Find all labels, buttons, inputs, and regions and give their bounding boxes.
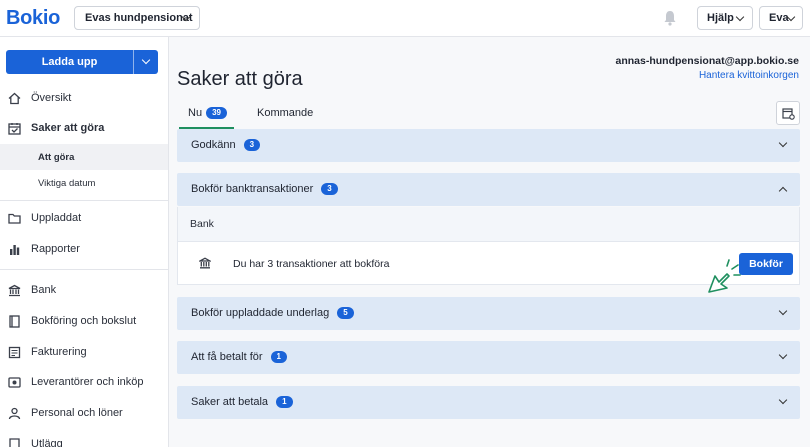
person-icon <box>8 407 21 420</box>
sidebar-item-label: Leverantörer och inköp <box>31 376 144 388</box>
help-label: Hjälp <box>707 12 734 24</box>
sidebar-item-label: Uppladdat <box>31 212 82 224</box>
section-label: Saker att betala 1 <box>191 396 293 408</box>
count-badge: 1 <box>276 396 293 408</box>
invoice-icon <box>8 346 21 359</box>
click-cursor-icon <box>708 259 741 293</box>
chevron-up-icon <box>778 186 788 196</box>
sidebar-item-label: Översikt <box>31 92 72 104</box>
sidebar-item-label: Fakturering <box>31 346 87 358</box>
bank-group-label: Bank <box>190 218 214 230</box>
chevron-down-icon <box>735 12 745 22</box>
tab-label: Kommande <box>257 107 314 119</box>
section-att-fa-betalt-for[interactable]: Att få betalt för 1 <box>177 341 800 374</box>
calendar-check-icon <box>8 123 21 135</box>
sidebar-subitem-att-gora[interactable]: Att göra <box>0 144 168 170</box>
section-title: Saker att betala <box>191 396 269 408</box>
section-saker-att-betala[interactable]: Saker att betala 1 <box>177 386 800 419</box>
book-icon <box>9 315 20 328</box>
section-label: Att få betalt för 1 <box>191 351 287 363</box>
chevron-down-icon <box>778 395 788 405</box>
sidebar-item-personal[interactable]: Personal och löner <box>0 399 168 429</box>
bokfor-button[interactable]: Bokför <box>739 253 793 275</box>
section-title: Att få betalt för <box>191 351 263 363</box>
section-bokfor-banktransaktioner[interactable]: Bokför banktransaktioner 3 <box>177 173 800 206</box>
sidebar-item-label: Bokföring och bokslut <box>31 315 137 327</box>
section-label: Godkänn 3 <box>191 139 261 151</box>
sidebar-item-label: Personal och löner <box>31 407 123 419</box>
inbox-email: annas-hundpensionat@app.bokio.se <box>615 55 799 67</box>
calendar-settings-button[interactable] <box>776 101 800 125</box>
section-title: Bokför banktransaktioner <box>191 183 314 195</box>
sidebar-item-leverantorer[interactable]: Leverantörer och inköp <box>0 368 168 398</box>
bank-group-header: Bank <box>177 207 800 241</box>
sidebar-item-fakturering[interactable]: Fakturering <box>0 338 168 368</box>
count-badge: 39 <box>206 107 227 119</box>
calendar-gear-icon <box>782 108 795 120</box>
sidebar-divider <box>0 200 168 201</box>
top-bar: Bokio Evas hundpensionat Hjälp Eva <box>0 0 810 37</box>
section-bokfor-uppladdade-underlag[interactable]: Bokför uppladdade underlag 5 <box>177 297 800 330</box>
folder-icon <box>8 213 21 224</box>
count-badge: 3 <box>321 183 338 195</box>
main-content: Saker att göra annas-hundpensionat@app.b… <box>169 37 810 447</box>
count-badge: 1 <box>270 351 287 363</box>
sidebar-item-oversikt[interactable]: Översikt <box>0 84 168 114</box>
section-title: Godkänn <box>191 139 236 151</box>
sidebar-divider <box>0 269 168 270</box>
company-selector[interactable]: Evas hundpensionat <box>74 6 200 30</box>
sidebar-item-label: Saker att göra <box>31 122 105 134</box>
bank-icon <box>8 284 21 297</box>
user-label: Eva <box>769 12 789 24</box>
upload-button[interactable]: Ladda upp <box>6 56 133 68</box>
sidebar-item-saker-att-gora[interactable]: Saker att göra <box>0 114 168 144</box>
bokio-logo[interactable]: Bokio <box>6 7 60 30</box>
section-title: Bokför uppladdade underlag <box>191 307 330 319</box>
chevron-down-icon <box>778 306 788 316</box>
sidebar: Ladda upp Översikt Saker att göra Att gö… <box>0 37 169 447</box>
sidebar-item-bokforing[interactable]: Bokföring och bokslut <box>0 307 168 337</box>
section-label: Bokför uppladdade underlag 5 <box>191 307 354 319</box>
sidebar-item-label: Utlägg <box>31 438 63 447</box>
supplier-icon <box>8 377 21 388</box>
page-title: Saker att göra <box>177 68 303 90</box>
transaction-text: Du har 3 transaktioner att bokföra <box>233 258 390 270</box>
chevron-down-icon <box>778 138 788 148</box>
company-name: Evas hundpensionat <box>85 12 193 24</box>
help-menu[interactable]: Hjälp <box>697 6 753 30</box>
home-icon <box>8 92 21 105</box>
bell-icon[interactable] <box>663 10 677 26</box>
chevron-down-icon <box>778 350 788 360</box>
sidebar-item-bank[interactable]: Bank <box>0 276 168 306</box>
sidebar-item-rapporter[interactable]: Rapporter <box>0 235 168 265</box>
upload-dropdown-toggle[interactable] <box>134 50 158 74</box>
section-label: Bokför banktransaktioner 3 <box>191 183 338 195</box>
sidebar-item-label: Rapporter <box>31 243 80 255</box>
user-menu[interactable]: Eva <box>759 6 803 30</box>
sidebar-subitem-viktiga-datum[interactable]: Viktiga datum <box>0 170 168 196</box>
chevron-down-icon <box>141 55 151 65</box>
count-badge: 5 <box>337 307 354 319</box>
tab-kommande[interactable]: Kommande <box>257 107 313 129</box>
tab-label: Nu <box>188 107 203 119</box>
sidebar-subitem-label: Viktiga datum <box>38 178 96 189</box>
tab-nu[interactable]: Nu 39 <box>179 107 234 129</box>
upload-button-group: Ladda upp <box>6 50 158 74</box>
manage-inbox-link[interactable]: Hantera kvittoinkorgen <box>699 70 799 81</box>
sidebar-item-utlagg[interactable]: Utlägg <box>0 430 168 447</box>
bar-chart-icon <box>10 245 20 255</box>
count-badge: 3 <box>243 139 261 151</box>
sidebar-subitem-label: Att göra <box>38 152 75 163</box>
sidebar-item-label: Bank <box>31 284 57 296</box>
receipt-icon <box>9 438 20 447</box>
bank-icon <box>199 257 211 269</box>
sidebar-item-uppladdat[interactable]: Uppladdat <box>0 204 168 234</box>
section-godkann[interactable]: Godkänn 3 <box>177 129 800 162</box>
